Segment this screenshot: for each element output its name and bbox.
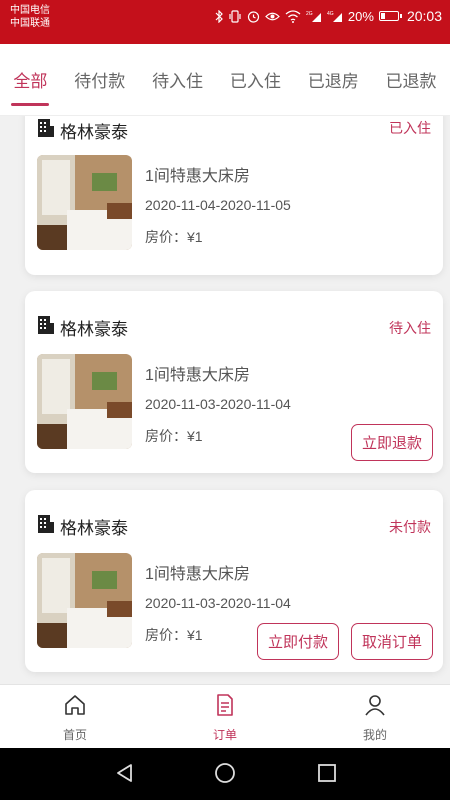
tab-all[interactable]: 全部	[11, 67, 50, 106]
battery-icon	[378, 11, 402, 21]
user-icon	[363, 693, 387, 722]
order-icon	[213, 693, 237, 722]
home-icon	[63, 693, 87, 722]
tab-refunded[interactable]: 已退款	[384, 67, 439, 92]
nav-orders[interactable]: 订单	[185, 693, 265, 743]
room-price: 房价：¥1	[145, 627, 203, 643]
signal-4g-icon: 4G	[327, 10, 343, 23]
eye-icon	[265, 11, 280, 22]
order-card[interactable]: 格林豪泰 未付款 1间特惠大床房 2020-11-03-2020-11-04 房…	[25, 490, 443, 672]
wifi-icon	[285, 9, 301, 23]
clock: 20:03	[406, 8, 442, 24]
pay-now-button[interactable]: 立即付款	[257, 623, 339, 660]
building-icon	[37, 514, 55, 539]
tab-checked-in[interactable]: 已入住	[228, 67, 283, 92]
order-card[interactable]: 格林豪泰 待入住 1间特惠大床房 2020-11-03-2020-11-04 房…	[25, 291, 443, 473]
tab-checked-out[interactable]: 已退房	[306, 67, 361, 92]
cancel-order-button[interactable]: 取消订单	[351, 623, 433, 660]
hotel-header: 格林豪泰	[37, 514, 128, 539]
bluetooth-icon	[215, 9, 223, 23]
signal-icon: 2G	[306, 10, 322, 23]
status-icons: 2G 4G 20% 20:03	[215, 8, 442, 24]
svg-text:4G: 4G	[327, 11, 334, 17]
order-card[interactable]: 格林豪泰 已入住 1间特惠大床房 2020-11-04-2020-11-05 房…	[25, 116, 443, 275]
battery-percent: 20%	[347, 8, 374, 24]
tab-pending-payment[interactable]: 待付款	[72, 67, 127, 92]
order-status: 已入住	[389, 120, 431, 136]
hotel-name: 格林豪泰	[60, 320, 128, 339]
nav-orders-label: 订单	[212, 728, 237, 742]
status-bar: 中国电信 中国联通 2G 4G 20% 20:03	[0, 0, 450, 44]
alarm-icon	[247, 10, 260, 23]
hotel-header: 格林豪泰	[37, 315, 128, 340]
room-price: 房价：¥1	[145, 229, 203, 245]
refund-button[interactable]: 立即退款	[351, 424, 433, 461]
building-icon	[37, 118, 55, 143]
back-icon[interactable]	[114, 762, 136, 789]
room-price: 房价：¥1	[145, 428, 203, 444]
hotel-header: 格林豪泰	[37, 118, 128, 143]
carrier-1: 中国电信	[10, 5, 50, 16]
bottom-nav: 首页 订单 我的	[0, 684, 450, 748]
order-status: 未付款	[389, 519, 431, 535]
room-photo	[37, 354, 132, 449]
nav-mine[interactable]: 我的	[335, 693, 415, 743]
stay-dates: 2020-11-03-2020-11-04	[145, 595, 291, 611]
recents-icon[interactable]	[316, 762, 338, 789]
stay-dates: 2020-11-04-2020-11-05	[145, 197, 291, 213]
nav-home[interactable]: 首页	[35, 693, 115, 743]
carrier-info: 中国电信 中国联通	[10, 4, 50, 30]
home-circle-icon[interactable]	[214, 762, 236, 789]
vibrate-icon	[228, 9, 242, 23]
order-list: 格林豪泰 已入住 1间特惠大床房 2020-11-04-2020-11-05 房…	[0, 116, 450, 684]
room-photo	[37, 155, 132, 250]
system-nav-bar	[0, 748, 450, 800]
building-icon	[37, 315, 55, 340]
room-type: 1间特惠大床房	[145, 168, 250, 185]
nav-home-label: 首页	[62, 728, 87, 742]
room-photo	[37, 553, 132, 648]
hotel-name: 格林豪泰	[60, 123, 128, 142]
order-status: 待入住	[389, 320, 431, 336]
hotel-name: 格林豪泰	[60, 519, 128, 538]
order-tabs: 全部 待付款 待入住 已入住 已退房 已退款	[0, 44, 450, 116]
room-type: 1间特惠大床房	[145, 367, 250, 384]
carrier-2: 中国联通	[10, 18, 50, 29]
room-type: 1间特惠大床房	[145, 566, 250, 583]
stay-dates: 2020-11-03-2020-11-04	[145, 396, 291, 412]
nav-mine-label: 我的	[362, 728, 387, 742]
svg-text:2G: 2G	[306, 11, 313, 17]
tab-pending-checkin[interactable]: 待入住	[150, 67, 205, 92]
